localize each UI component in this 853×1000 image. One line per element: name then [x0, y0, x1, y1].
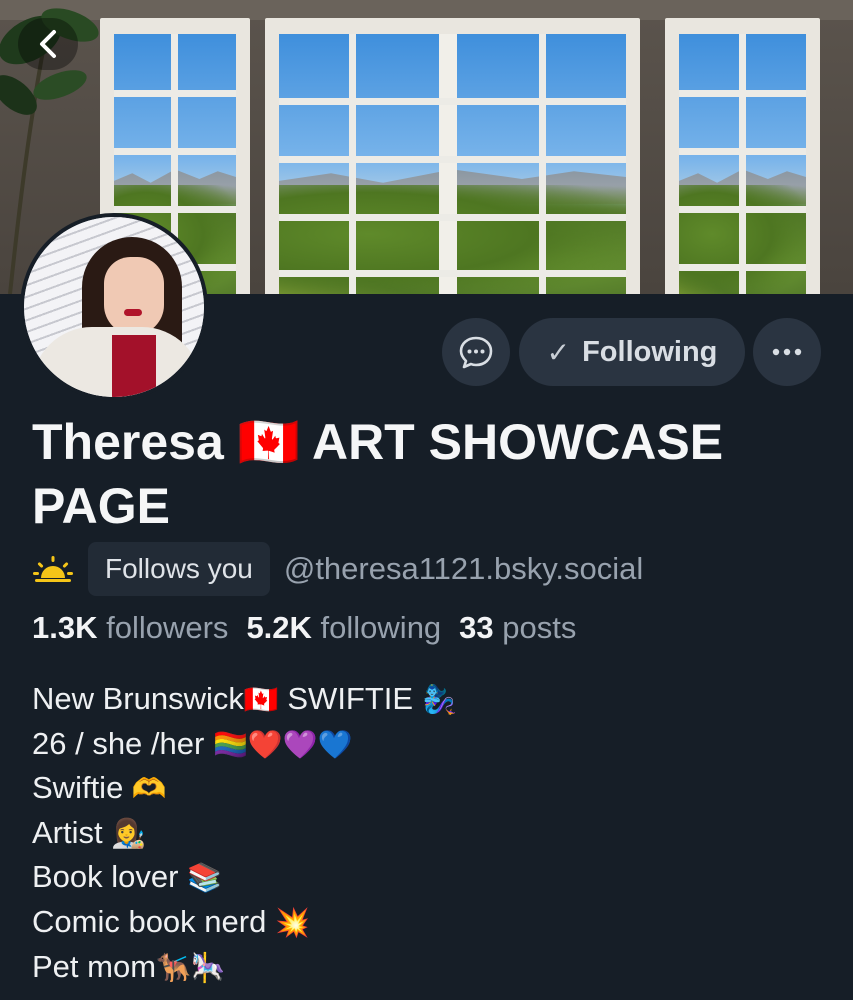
banner-window-center — [265, 18, 640, 294]
more-options-button[interactable] — [753, 318, 821, 386]
bio-text: New Brunswick — [32, 681, 244, 716]
bio-text: 26 / she /her — [32, 725, 213, 761]
bio-emoji: 🫶 — [131, 772, 167, 806]
bio-emoji: 🐕‍🦺🎠 — [156, 950, 226, 984]
bio-emoji: 🇨🇦 — [243, 683, 279, 716]
following-count: 5.2K — [246, 610, 312, 645]
bio-line: Artist 👩‍🎨 — [32, 811, 457, 856]
bio-emoji: 📚 — [187, 861, 222, 895]
bio-text: Pet mom — [32, 948, 157, 984]
bio-text: Book lover — [32, 859, 188, 895]
bio-line: Pet mom🐕‍🦺🎠 — [32, 945, 457, 990]
following-button-label: Following — [582, 335, 718, 368]
following-stat[interactable]: 5.2K following — [246, 610, 441, 646]
follows-you-badge: Follows you — [88, 542, 270, 596]
chat-bubble-icon — [459, 336, 493, 369]
bio-line: Swiftie 🫶 — [32, 766, 457, 811]
profile-bio: New Brunswick🇨🇦 SWIFTIE 🧞‍♀️ 26 / she /h… — [32, 677, 457, 989]
message-button[interactable] — [442, 318, 510, 386]
chevron-left-icon — [40, 30, 56, 58]
following-label: following — [320, 610, 442, 645]
ellipsis-icon — [772, 348, 802, 356]
posts-label: posts — [502, 610, 577, 645]
checkmark-icon: ✓ — [546, 336, 571, 368]
profile-stats: 1.3K followers 5.2K following 33 posts — [32, 610, 576, 646]
followers-label: followers — [106, 610, 229, 645]
following-button[interactable]: ✓ Following — [519, 318, 745, 386]
bio-line: 26 / she /her 🏳️‍🌈❤️💜💙 — [32, 722, 457, 767]
bio-emoji: 🏳️‍🌈❤️💜💙 — [212, 727, 353, 761]
bio-text: Swiftie — [32, 770, 132, 806]
bio-emoji: 👩‍🎨 — [111, 816, 147, 850]
sunrise-icon — [32, 548, 74, 590]
display-name: Theresa 🇨🇦 ART SHOWCASE PAGE — [32, 414, 724, 534]
posts-stat: 33 posts — [459, 610, 576, 646]
avatar[interactable] — [20, 213, 208, 401]
handle[interactable]: @theresa1121.bsky.social — [284, 551, 643, 587]
bio-text: Comic book nerd — [32, 903, 275, 939]
posts-count: 33 — [459, 610, 494, 645]
bio-text: Artist — [32, 814, 112, 850]
followers-stat[interactable]: 1.3K followers — [32, 610, 228, 646]
bio-emoji: 🧞‍♀️ — [413, 683, 457, 716]
bio-line: Book lover 📚 — [32, 855, 457, 900]
followers-count: 1.3K — [32, 610, 98, 645]
bio-line: New Brunswick🇨🇦 SWIFTIE 🧞‍♀️ — [32, 677, 457, 722]
banner-wall — [0, 0, 853, 20]
bio-line: Comic book nerd 💥 — [32, 900, 457, 945]
banner-window-right — [665, 18, 820, 294]
bio-text: SWIFTIE — [278, 681, 414, 716]
bio-emoji: 💥 — [274, 905, 310, 939]
back-button[interactable] — [18, 18, 78, 70]
handle-row: Follows you @theresa1121.bsky.social — [32, 541, 643, 597]
